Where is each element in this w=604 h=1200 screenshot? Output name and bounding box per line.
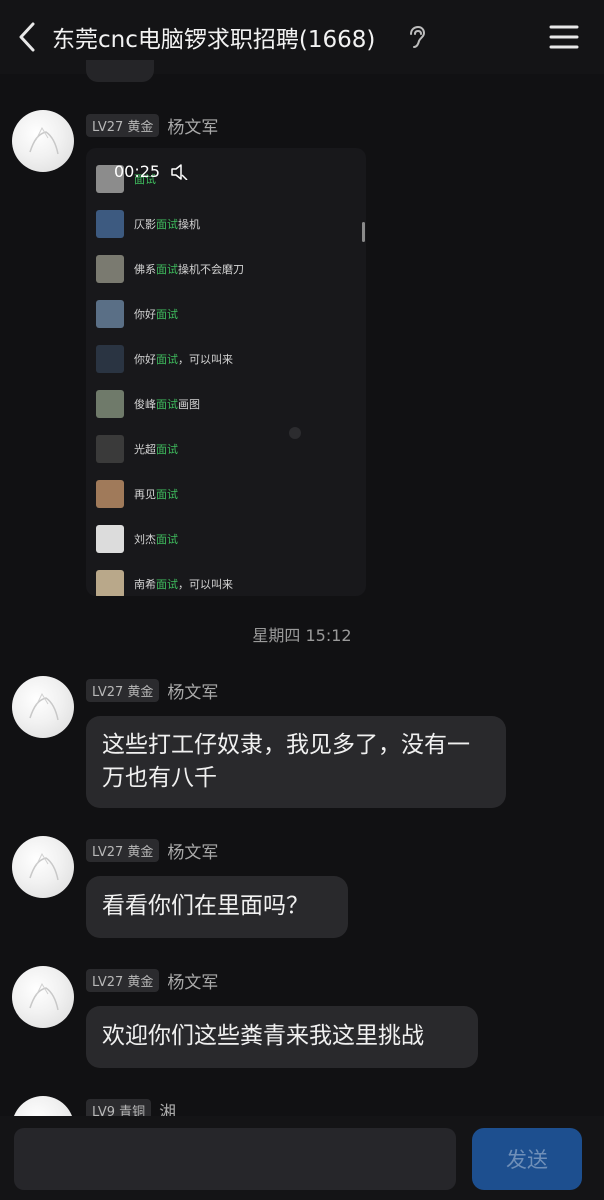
video-list-row: 你好面试 (96, 300, 178, 328)
sender-name[interactable]: 杨文军 (167, 113, 218, 138)
avatar[interactable] (12, 836, 74, 898)
video-list-row: 刘杰面试 (96, 525, 178, 553)
thumbnail (96, 300, 124, 328)
sender-name[interactable]: 杨文军 (167, 968, 218, 993)
thumbnail (96, 345, 124, 373)
group-title: 东莞cnc电脑锣求职招聘(1668) (52, 27, 376, 53)
sender-name[interactable]: 杨文军 (167, 678, 218, 703)
video-list-row: 你好面试，可以叫来 (96, 345, 233, 373)
muted-speaker-icon (171, 163, 188, 180)
thumbnail (96, 480, 124, 508)
video-scrollbar (362, 222, 365, 242)
previous-message-bubble (86, 60, 154, 82)
message-bubble[interactable]: 看看你们在里面吗？ (86, 876, 348, 938)
thumbnail (96, 525, 124, 553)
video-message[interactable]: 00:25 面试 仄影面试操机 佛系面试操机不会磨刀 你好面试 你好面试，可以叫… (86, 148, 366, 596)
message-bubble[interactable]: 欢迎你们这些粪青来我这里挑战 (86, 1006, 478, 1068)
avatar[interactable] (12, 110, 74, 172)
thumbnail (96, 570, 124, 596)
video-time: 00:25 (114, 162, 188, 181)
send-button[interactable]: 发送 (472, 1128, 582, 1190)
level-badge: LV27 黄金 (86, 114, 160, 137)
video-list-row: 佛系面试操机不会磨刀 (96, 255, 244, 283)
sender-meta: LV27 黄金 杨文军 (86, 678, 218, 703)
video-duration: 00:25 (114, 162, 161, 181)
timestamp-divider: 星期四 15:12 (252, 626, 352, 645)
sender-meta: LV27 黄金 杨文军 (86, 113, 218, 138)
level-badge: LV27 黄金 (86, 679, 160, 702)
video-list-row: 俊峰面试画图 (96, 390, 200, 418)
composer-bar: 发送 (0, 1116, 604, 1200)
thumbnail (96, 255, 124, 283)
video-list-row: 南希面试，可以叫来 (96, 570, 233, 596)
level-badge: LV27 黄金 (86, 839, 160, 862)
sender-meta: LV27 黄金 杨文军 (86, 968, 218, 993)
message-bubble[interactable]: 这些打工仔奴隶，我见多了，没有一万也有八千 (86, 716, 506, 808)
menu-button[interactable] (548, 22, 580, 52)
avatar[interactable] (12, 676, 74, 738)
thumbnail (96, 435, 124, 463)
video-list-row: 再见面试 (96, 480, 178, 508)
message-input[interactable] (14, 1128, 456, 1190)
video-list-row: 仄影面试操机 (96, 210, 200, 238)
level-badge: LV27 黄金 (86, 969, 160, 992)
sender-name[interactable]: 杨文军 (167, 838, 218, 863)
thumbnail (96, 390, 124, 418)
video-center-dot (289, 427, 301, 439)
ear-icon (406, 25, 428, 49)
thumbnail (96, 210, 124, 238)
video-list-row: 光超面试 (96, 435, 178, 463)
sender-meta: LV27 黄金 杨文军 (86, 838, 218, 863)
back-arrow-icon (19, 22, 35, 52)
hamburger-menu-icon (549, 25, 579, 49)
avatar[interactable] (12, 966, 74, 1028)
back-button[interactable] (12, 20, 42, 54)
